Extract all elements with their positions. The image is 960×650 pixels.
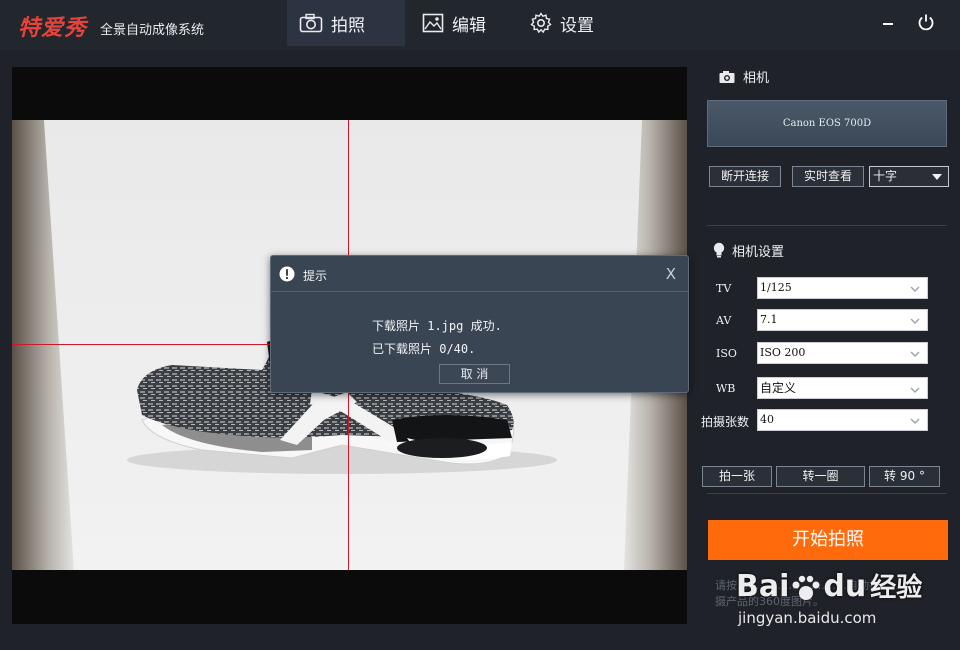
minimize-icon xyxy=(881,15,895,34)
wb-select[interactable]: 自定义 xyxy=(757,377,928,399)
info-icon xyxy=(279,266,295,286)
iso-value: ISO 200 xyxy=(760,346,806,359)
image-edit-icon xyxy=(422,13,444,33)
tab-capture[interactable]: 拍照 xyxy=(287,0,405,46)
tv-select[interactable]: 1/125 xyxy=(757,277,928,299)
rotate-full-button[interactable]: 转一圈 xyxy=(776,466,865,487)
prompt-dialog: 提示 X 下载照片 1.jpg 成功. 已下载照片 0/40. 取 消 xyxy=(270,255,689,393)
divider xyxy=(707,225,947,226)
tab-edit[interactable]: 编辑 xyxy=(422,0,512,46)
minimize-button[interactable] xyxy=(878,14,898,34)
camera-section-title: 相机 xyxy=(719,67,769,86)
iso-select[interactable]: ISO 200 xyxy=(757,342,928,364)
dropdown-arrow-icon xyxy=(932,174,942,180)
disconnect-button[interactable]: 断开连接 xyxy=(709,166,781,187)
chevron-down-icon xyxy=(909,347,921,367)
av-select[interactable]: 7.1 xyxy=(757,309,928,331)
iso-label: ISO xyxy=(716,347,737,360)
tab-edit-label: 编辑 xyxy=(452,15,486,36)
rotate-90-button[interactable]: 转 90 ° xyxy=(869,466,940,487)
chevron-down-icon xyxy=(909,414,921,434)
camera-settings-title: 相机设置 xyxy=(713,241,784,260)
dialog-header: 提示 X xyxy=(271,256,688,292)
camera-model-display[interactable]: Canon EOS 700D xyxy=(707,100,947,147)
av-value: 7.1 xyxy=(760,313,778,326)
app-subtitle: 全景自动成像系统 xyxy=(100,23,205,38)
start-capture-button[interactable]: 开始拍照 xyxy=(708,520,948,560)
chevron-down-icon xyxy=(909,282,921,302)
camera-section-label: 相机 xyxy=(743,71,770,86)
av-label: AV xyxy=(716,314,732,327)
tv-label: TV xyxy=(716,282,732,295)
overlay-select[interactable]: 十字 xyxy=(869,166,949,187)
baidu-watermark: Bai du 经验 jingyan.baidu.com xyxy=(732,567,932,633)
camera-settings-label: 相机设置 xyxy=(732,245,785,260)
dialog-message-2: 已下载照片 0/40. xyxy=(372,342,476,356)
watermark-brand: Bai du 经验 xyxy=(736,569,923,604)
chevron-down-icon xyxy=(909,314,921,334)
count-value: 40 xyxy=(760,413,774,426)
count-select[interactable]: 40 xyxy=(757,409,928,431)
live-view-button[interactable]: 实时查看 xyxy=(792,166,864,187)
dialog-title: 提示 xyxy=(303,269,328,283)
wb-label: WB xyxy=(716,382,736,395)
shoot-one-button[interactable]: 拍一张 xyxy=(702,466,772,487)
power-button[interactable] xyxy=(916,14,936,34)
watermark-cn: 经验 xyxy=(870,573,923,603)
top-bar: 特爱秀 全景自动成像系统 拍照 编辑 设置 xyxy=(0,0,960,50)
paw-icon xyxy=(789,574,823,602)
camera-icon xyxy=(299,13,323,33)
tab-capture-label: 拍照 xyxy=(331,15,365,36)
gear-icon xyxy=(530,12,552,34)
count-label: 拍摄张数 xyxy=(701,415,750,429)
tab-settings[interactable]: 设置 xyxy=(530,0,620,46)
tab-settings-label: 设置 xyxy=(560,15,594,36)
camera-icon xyxy=(719,70,735,84)
dialog-cancel-button[interactable]: 取 消 xyxy=(439,364,510,384)
chevron-down-icon xyxy=(909,382,921,402)
lightbulb-icon xyxy=(713,242,725,259)
wb-value: 自定义 xyxy=(760,381,797,395)
divider xyxy=(707,493,947,494)
power-icon xyxy=(917,13,935,35)
dialog-close-button[interactable]: X xyxy=(666,265,676,283)
app-logo: 特爱秀 xyxy=(18,15,88,41)
dialog-message-1: 下载照片 1.jpg 成功. xyxy=(372,319,502,333)
overlay-select-value: 十字 xyxy=(873,169,898,183)
watermark-url: jingyan.baidu.com xyxy=(738,609,877,627)
tv-value: 1/125 xyxy=(760,281,792,294)
